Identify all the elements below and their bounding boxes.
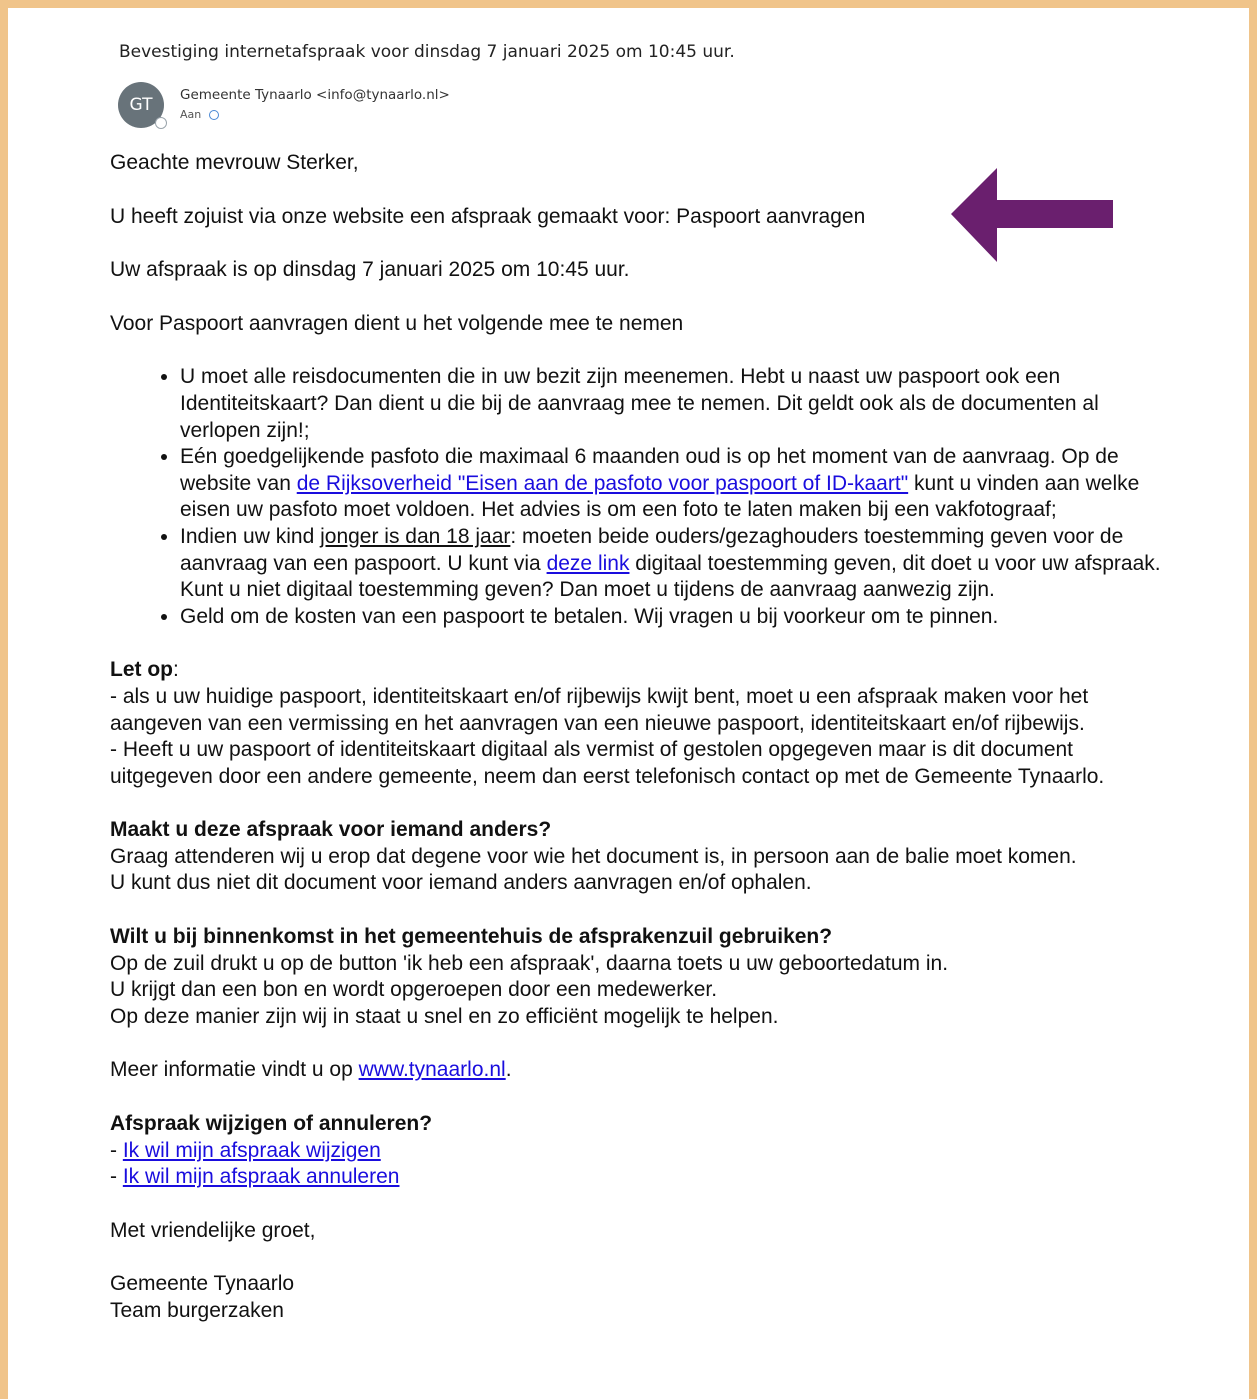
change-appointment-link[interactable]: Ik wil mijn afspraak wijzigen — [123, 1139, 381, 1162]
other-line: U kunt dus niet dit document voor iemand… — [110, 871, 812, 895]
presence-status-icon — [155, 117, 167, 129]
bullet-text: Indien uw kind — [180, 524, 321, 548]
closing: Met vriendelijke groet, — [110, 1218, 316, 1242]
website-link[interactable]: www.tynaarlo.nl — [359, 1058, 506, 1081]
change-heading: Afspraak wijzigen of annuleren? — [110, 1112, 433, 1136]
email-body: Geachte mevrouw Sterker, U heeft zojuist… — [110, 150, 1170, 1352]
appointment-time: Uw afspraak is op dinsdag 7 januari 2025… — [110, 258, 630, 282]
salutation: Geachte mevrouw Sterker, — [110, 151, 359, 174]
more-info-text: Meer informatie vindt u op — [110, 1058, 359, 1082]
recipient-status-icon — [209, 109, 220, 120]
consent-link[interactable]: deze link — [547, 552, 630, 575]
more-info-period: . — [505, 1058, 512, 1082]
intro-text: U heeft zojuist via onze website een afs… — [110, 204, 866, 228]
change-section: Afspraak wijzigen of annuleren? - Ik wil… — [110, 1111, 1170, 1191]
cancel-appointment-link[interactable]: Ik wil mijn afspraak annuleren — [123, 1165, 400, 1188]
list-item: Indien uw kind jonger is dan 18 jaar: mo… — [180, 524, 1170, 604]
bullet-text: Geld om de kosten van een paspoort te be… — [180, 604, 999, 628]
letop-line: - als u uw huidige paspoort, identiteits… — [110, 684, 1089, 735]
more-info: Meer informatie vindt u op www.tynaarlo.… — [110, 1057, 1170, 1084]
kiosk-line: Op de zuil drukt u op de button 'ik heb … — [110, 951, 949, 975]
letop-colon: : — [173, 658, 179, 682]
signature-line: Gemeente Tynaarlo — [110, 1272, 295, 1296]
other-line: Graag attenderen wij u erop dat degene v… — [110, 844, 1077, 868]
other-person-section: Maakt u deze afspraak voor iemand anders… — [110, 817, 1170, 897]
letop-heading: Let op — [110, 658, 173, 682]
underlined-text: jonger is dan 18 jaar — [320, 524, 511, 548]
kiosk-line: Op deze manier zijn wij in staat u snel … — [110, 1004, 779, 1028]
bullet-text: U moet alle reisdocumenten die in uw bez… — [180, 365, 1099, 442]
bring-intro: Voor Paspoort aanvragen dient u het volg… — [110, 311, 684, 335]
kiosk-line: U krijgt dan een bon en wordt opgeroepen… — [110, 978, 718, 1002]
letop-line: - Heeft u uw paspoort of identiteitskaar… — [110, 738, 1105, 788]
kiosk-section: Wilt u bij binnenkomst in het gemeentehu… — [110, 924, 1170, 1030]
avatar-initials: GT — [129, 95, 153, 115]
rijksoverheid-pasfoto-link[interactable]: de Rijksoverheid "Eisen aan de pasfoto v… — [297, 472, 908, 495]
email-subject: Bevestiging internetafspraak voor dinsda… — [119, 42, 735, 62]
dash-prefix: - — [110, 1138, 123, 1162]
letop-section: Let op: - als u uw huidige paspoort, ide… — [110, 657, 1170, 790]
email-frame: Bevestiging internetafspraak voor dinsda… — [8, 8, 1249, 1399]
recipient-line: Aan — [180, 108, 220, 121]
dash-prefix: - — [110, 1165, 123, 1189]
list-item: U moet alle reisdocumenten die in uw bez… — [180, 364, 1170, 444]
requirements-list: U moet alle reisdocumenten die in uw bez… — [110, 364, 1170, 630]
signature: Gemeente Tynaarlo Team burgerzaken — [110, 1271, 1170, 1324]
list-item: Eén goedgelijkende pasfoto die maximaal … — [180, 444, 1170, 524]
other-heading: Maakt u deze afspraak voor iemand anders… — [110, 818, 552, 842]
signature-line: Team burgerzaken — [110, 1299, 284, 1322]
list-item: Geld om de kosten van een paspoort te be… — [180, 604, 1170, 631]
sender-name[interactable]: Gemeente Tynaarlo <info@tynaarlo.nl> — [180, 87, 450, 103]
kiosk-heading: Wilt u bij binnenkomst in het gemeentehu… — [110, 925, 833, 949]
to-label: Aan — [180, 108, 202, 121]
